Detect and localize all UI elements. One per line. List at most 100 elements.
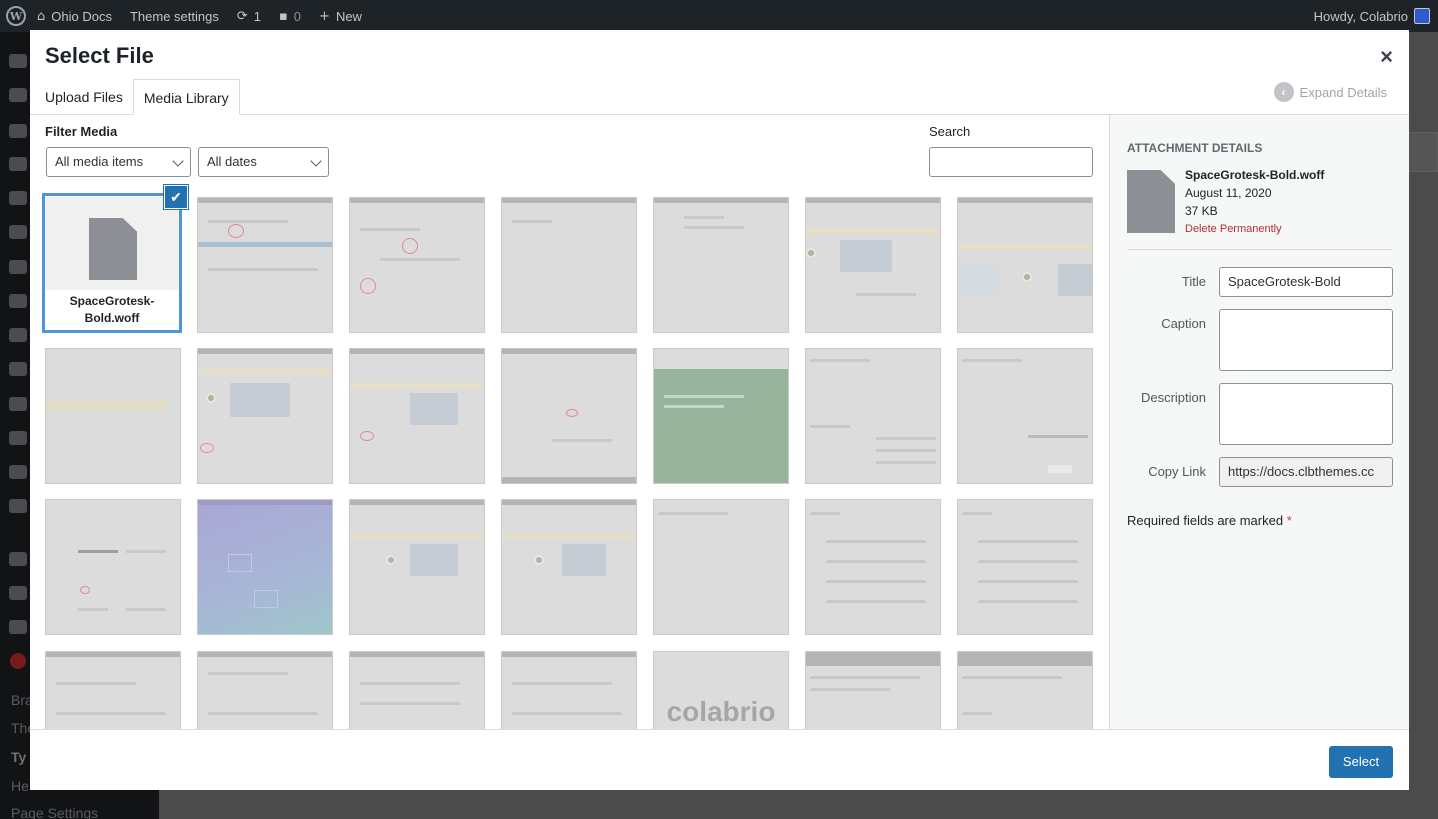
database-icon [9, 586, 27, 600]
mail-icon [9, 328, 27, 342]
copy-link-label: Copy Link [1148, 464, 1206, 479]
attachment-thumbnail[interactable]: colabrio [653, 651, 789, 729]
title-label: Title [1181, 274, 1206, 289]
wordpress-logo-icon[interactable]: W [6, 6, 26, 26]
checkmark-icon[interactable]: ✔ [164, 185, 188, 209]
attachment-thumbnail[interactable] [957, 499, 1093, 635]
details-size: 37 KB [1185, 204, 1218, 218]
attachment-thumbnail[interactable] [653, 348, 789, 484]
attachment-thumbnail[interactable] [197, 197, 333, 333]
attachment-thumbnail[interactable] [501, 499, 637, 635]
file-icon [1127, 170, 1175, 233]
attachment-thumbnail[interactable] [957, 651, 1093, 729]
backdrop-panel [1408, 132, 1438, 172]
account-menu[interactable]: Howdy, Colabrio [1314, 8, 1438, 24]
tab-upload-files[interactable]: Upload Files [45, 79, 133, 115]
admin-bar: W ⌂ Ohio Docs Theme settings ⟳ 1 ▪ 0 + N… [0, 0, 1438, 32]
attachment-thumbnail[interactable] [805, 651, 941, 729]
plus-icon: + [319, 8, 330, 24]
plus-circle-icon [9, 294, 27, 308]
attachment-thumbnail[interactable] [45, 499, 181, 635]
required-note: Required fields are marked * [1127, 513, 1292, 528]
folder-icon [9, 157, 27, 171]
avatar [1414, 8, 1430, 24]
chevron-down-icon [310, 155, 322, 167]
search-label: Search [929, 124, 971, 139]
divider [1127, 249, 1393, 250]
date-select[interactable]: All dates [198, 147, 329, 177]
attachment-thumbnail[interactable] [349, 499, 485, 635]
file-icon [89, 218, 137, 280]
attachment-thumbnail[interactable] [805, 348, 941, 484]
media-modal: Select File × Upload Files Media Library… [30, 30, 1409, 790]
description-label: Description [1140, 390, 1206, 405]
close-icon[interactable]: × [1380, 44, 1393, 70]
attachment-filename: SpaceGrotesk-Bold.woff [45, 290, 179, 330]
attachment-thumbnail[interactable] [957, 197, 1093, 333]
details-date: August 11, 2020 [1185, 186, 1272, 200]
comments-count: 0 [293, 8, 302, 24]
users-icon [9, 431, 27, 445]
attachment-thumbnail[interactable] [197, 499, 333, 635]
expand-details-button[interactable]: ‹ Expand Details [1273, 82, 1387, 102]
media-type-select[interactable]: All media items [46, 147, 191, 177]
attachment-thumbnail[interactable] [653, 499, 789, 635]
new-content-link[interactable]: + New [310, 0, 371, 32]
howdy-text: Howdy, Colabrio [1313, 8, 1408, 24]
comment-icon: ▪ [278, 8, 288, 24]
attachment-thumbnail[interactable] [197, 651, 333, 729]
attachment-thumbnail[interactable] [349, 651, 485, 729]
grid-icon [9, 552, 27, 566]
attachment-thumbnail[interactable] [197, 348, 333, 484]
wordpress-icon [9, 88, 27, 102]
caption-field[interactable] [1219, 309, 1393, 371]
file-info: SpaceGrotesk-Bold.woff August 11, 2020 3… [1185, 166, 1324, 238]
modal-title: Select File [45, 43, 154, 68]
updates-link[interactable]: ⟳ 1 [228, 0, 270, 32]
attachment-thumbnail[interactable] [45, 651, 181, 729]
settings-icon [9, 499, 27, 513]
filter-media-heading: Filter Media [45, 124, 118, 139]
table-icon [9, 620, 27, 634]
attachment-thumbnail[interactable] [957, 348, 1093, 484]
attachment-thumbnail[interactable] [805, 197, 941, 333]
tab-media-library[interactable]: Media Library [132, 79, 240, 115]
comments-icon [9, 260, 27, 274]
dashboard-icon [9, 54, 27, 68]
theme-settings-link[interactable]: Theme settings [121, 0, 228, 32]
plugins-icon [9, 397, 27, 411]
attachment-thumbnail[interactable] [501, 348, 637, 484]
copy-link-field[interactable]: https://docs.clbthemes.cc [1219, 457, 1393, 487]
attachment-thumbnail[interactable] [349, 197, 485, 333]
modal-tabs: Upload Files Media Library [45, 79, 240, 115]
submenu-item-current: Ty [11, 749, 27, 765]
search-input[interactable] [929, 147, 1093, 177]
colabrio-logo: colabrio [666, 696, 776, 727]
updates-count: 1 [253, 8, 261, 24]
select-button[interactable]: Select [1329, 746, 1393, 778]
attachment-thumbnail[interactable] [45, 348, 181, 484]
delete-permanently-link[interactable]: Delete Permanently [1185, 220, 1324, 238]
attachment-thumbnail[interactable] [349, 348, 485, 484]
attachment-details-panel: Attachment Details SpaceGrotesk-Bold.wof… [1109, 115, 1409, 729]
appearance-icon [9, 362, 27, 376]
submenu-item: Page Settings [11, 805, 99, 819]
pin-icon [9, 124, 27, 138]
attachment-thumbnail[interactable] [501, 651, 637, 729]
attachments-grid: SpaceGrotesk-Bold.woff ✔ colabrio [30, 180, 1109, 729]
portfolio-icon [9, 191, 27, 205]
description-field[interactable] [1219, 383, 1393, 445]
caption-label: Caption [1161, 316, 1206, 331]
title-field[interactable]: SpaceGrotesk-Bold [1219, 267, 1393, 297]
details-heading: Attachment Details [1127, 141, 1263, 155]
comments-link[interactable]: ▪ 0 [270, 0, 310, 32]
home-icon: ⌂ [37, 8, 46, 24]
attachment-thumbnail[interactable] [653, 197, 789, 333]
attachment-selected[interactable]: SpaceGrotesk-Bold.woff [42, 193, 182, 333]
chevron-down-icon [172, 155, 184, 167]
chevron-left-icon: ‹ [1273, 82, 1294, 102]
site-name-link[interactable]: ⌂ Ohio Docs [28, 0, 121, 32]
footer-divider [30, 729, 1409, 730]
attachment-thumbnail[interactable] [805, 499, 941, 635]
attachment-thumbnail[interactable] [501, 197, 637, 333]
